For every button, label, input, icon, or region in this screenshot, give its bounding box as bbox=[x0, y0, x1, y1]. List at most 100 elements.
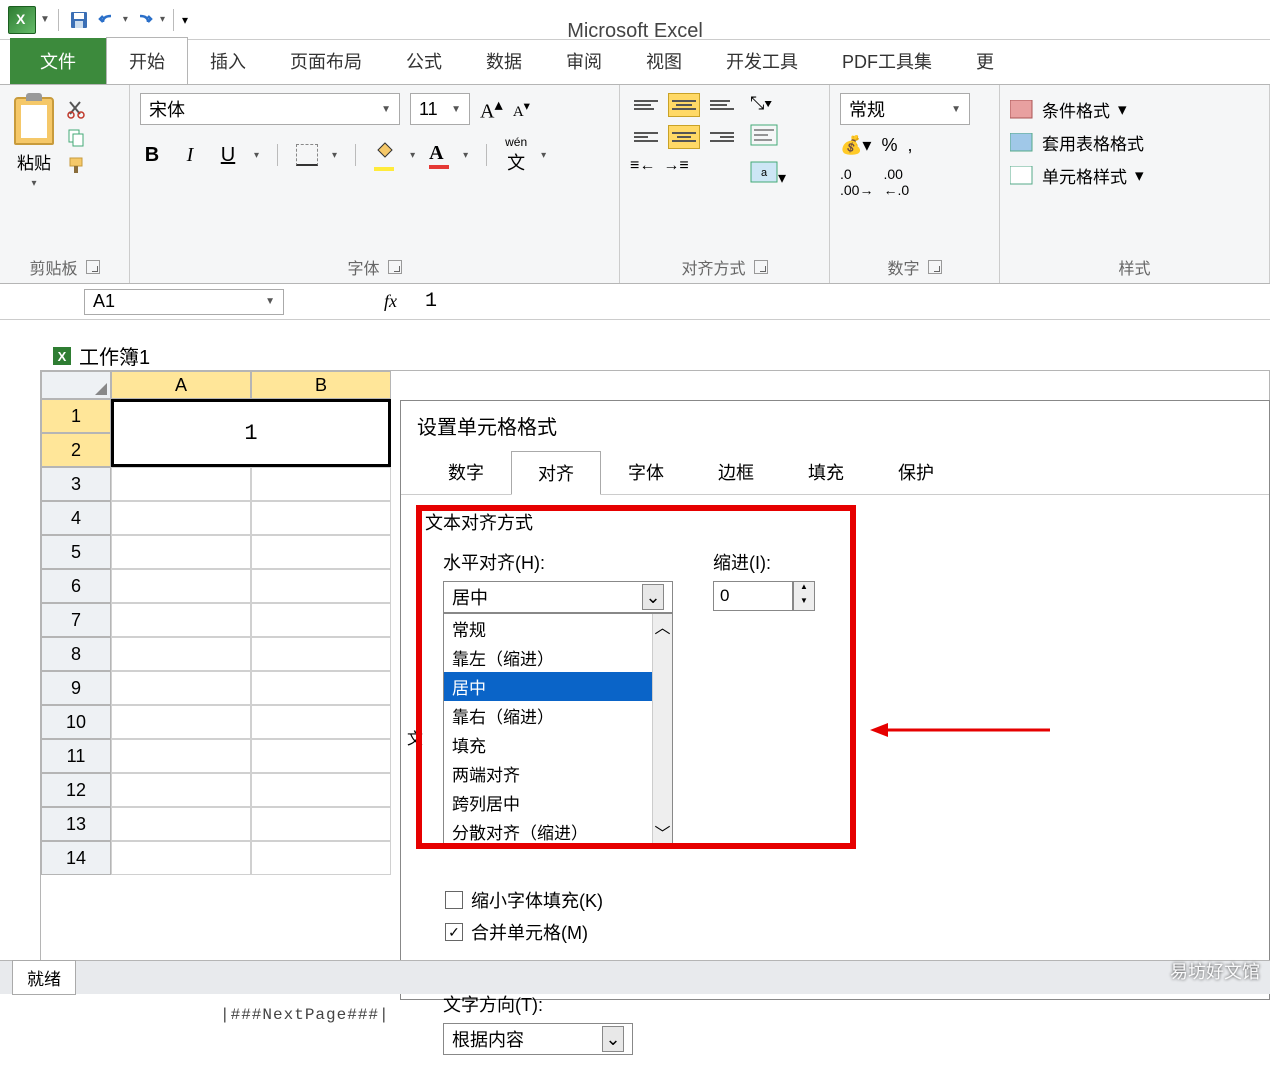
qat-customize-icon[interactable]: ▾ bbox=[182, 13, 188, 27]
format-painter-icon[interactable] bbox=[66, 155, 86, 175]
tab-view[interactable]: 视图 bbox=[624, 38, 704, 84]
spinner-down-icon[interactable]: ▼ bbox=[794, 596, 814, 610]
row-header[interactable]: 3 bbox=[41, 467, 111, 501]
dd-option[interactable]: 靠左（缩进） bbox=[444, 643, 672, 672]
cell[interactable] bbox=[251, 535, 391, 569]
conditional-format-button[interactable]: 条件格式 ▾ bbox=[1010, 93, 1259, 126]
tab-more[interactable]: 更 bbox=[954, 38, 1016, 84]
align-launcher-icon[interactable] bbox=[754, 260, 768, 274]
row-header[interactable]: 5 bbox=[41, 535, 111, 569]
clipboard-launcher-icon[interactable] bbox=[86, 260, 100, 274]
decrease-indent-icon[interactable]: ≡← bbox=[630, 157, 655, 175]
tab-home[interactable]: 开始 bbox=[106, 37, 188, 84]
font-size-select[interactable]: 11▼ bbox=[410, 93, 470, 125]
align-middle-icon[interactable] bbox=[668, 93, 700, 117]
decrease-decimal-icon[interactable]: .00←.0 bbox=[883, 166, 909, 198]
increase-font-icon[interactable]: A▴ bbox=[480, 95, 503, 124]
cell-styles-button[interactable]: 单元格样式 ▾ bbox=[1010, 159, 1259, 192]
align-left-icon[interactable] bbox=[630, 125, 662, 149]
decrease-font-icon[interactable]: A▾ bbox=[513, 98, 530, 121]
font-name-select[interactable]: 宋体▼ bbox=[140, 93, 400, 125]
cell[interactable] bbox=[111, 535, 251, 569]
cell[interactable] bbox=[111, 467, 251, 501]
comma-icon[interactable]: , bbox=[907, 135, 912, 156]
wrap-text-icon[interactable] bbox=[750, 124, 786, 151]
align-top-icon[interactable] bbox=[630, 93, 662, 117]
orientation-icon[interactable]: ⤡▾ bbox=[750, 93, 786, 114]
save-icon[interactable] bbox=[67, 8, 91, 32]
currency-icon[interactable]: 💰▾ bbox=[840, 135, 871, 156]
tab-file[interactable]: 文件 bbox=[10, 38, 106, 84]
cell[interactable] bbox=[251, 705, 391, 739]
merge-checkbox[interactable]: ✓ bbox=[445, 923, 463, 941]
dd-option[interactable]: 两端对齐 bbox=[444, 759, 672, 788]
tab-data[interactable]: 数据 bbox=[464, 38, 544, 84]
cell[interactable] bbox=[111, 841, 251, 875]
indent-input[interactable] bbox=[713, 581, 793, 611]
row-header[interactable]: 7 bbox=[41, 603, 111, 637]
cell[interactable] bbox=[251, 841, 391, 875]
text-dir-combo[interactable]: 根据内容 ⌄ bbox=[443, 1023, 633, 1055]
font-launcher-icon[interactable] bbox=[388, 260, 402, 274]
dlg-tab-number[interactable]: 数字 bbox=[421, 450, 511, 494]
cell[interactable] bbox=[251, 773, 391, 807]
cell[interactable] bbox=[251, 671, 391, 705]
cell[interactable] bbox=[111, 739, 251, 773]
dd-option-selected[interactable]: 居中 bbox=[444, 672, 672, 701]
row-header[interactable]: 10 bbox=[41, 705, 111, 739]
h-align-combo[interactable]: 居中 ⌄ bbox=[443, 581, 673, 613]
tab-formula[interactable]: 公式 bbox=[384, 38, 464, 84]
italic-button[interactable]: I bbox=[178, 144, 202, 167]
cell[interactable] bbox=[111, 705, 251, 739]
align-bottom-icon[interactable] bbox=[706, 93, 738, 117]
dd-option[interactable]: 填充 bbox=[444, 730, 672, 759]
dd-option[interactable]: 靠右（缩进） bbox=[444, 701, 672, 730]
tab-dev[interactable]: 开发工具 bbox=[704, 38, 820, 84]
tab-review[interactable]: 审阅 bbox=[544, 38, 624, 84]
cell[interactable] bbox=[251, 603, 391, 637]
dd-option[interactable]: 分散对齐（缩进） bbox=[444, 817, 672, 846]
cell[interactable] bbox=[251, 807, 391, 841]
increase-decimal-icon[interactable]: .0.00→ bbox=[840, 166, 873, 198]
cell[interactable] bbox=[251, 501, 391, 535]
combo-dropdown-icon[interactable]: ⌄ bbox=[602, 1026, 624, 1052]
dlg-tab-fill[interactable]: 填充 bbox=[781, 450, 871, 494]
spinner-up-icon[interactable]: ▲ bbox=[794, 582, 814, 596]
column-header-a[interactable]: A bbox=[111, 371, 251, 399]
row-header[interactable]: 14 bbox=[41, 841, 111, 875]
undo-dropdown-icon[interactable]: ▾ bbox=[123, 14, 128, 25]
column-header-b[interactable]: B bbox=[251, 371, 391, 399]
cell[interactable] bbox=[111, 671, 251, 705]
align-center-icon[interactable] bbox=[668, 125, 700, 149]
tab-pdf[interactable]: PDF工具集 bbox=[820, 38, 954, 84]
combo-dropdown-icon[interactable]: ⌄ bbox=[642, 584, 664, 610]
cell[interactable] bbox=[111, 569, 251, 603]
row-header[interactable]: 9 bbox=[41, 671, 111, 705]
row-header[interactable]: 2 bbox=[41, 433, 111, 467]
cut-icon[interactable] bbox=[66, 99, 86, 119]
spreadsheet-grid[interactable]: A B 1 1 2 3 4 5 6 7 8 9 10 11 12 13 14 bbox=[41, 371, 391, 875]
shrink-checkbox[interactable] bbox=[445, 891, 463, 909]
font-color-icon[interactable]: A bbox=[429, 142, 449, 169]
dlg-tab-protect[interactable]: 保护 bbox=[871, 450, 961, 494]
row-header[interactable]: 6 bbox=[41, 569, 111, 603]
cell[interactable] bbox=[111, 637, 251, 671]
name-box[interactable]: A1▼ bbox=[84, 289, 284, 315]
row-header[interactable]: 12 bbox=[41, 773, 111, 807]
number-launcher-icon[interactable] bbox=[928, 260, 942, 274]
copy-icon[interactable] bbox=[66, 127, 86, 147]
cell[interactable] bbox=[111, 501, 251, 535]
dlg-tab-align[interactable]: 对齐 bbox=[511, 451, 601, 495]
fill-color-icon[interactable] bbox=[374, 140, 396, 171]
bold-button[interactable]: B bbox=[140, 144, 164, 167]
dlg-tab-font[interactable]: 字体 bbox=[601, 450, 691, 494]
paste-button[interactable]: 粘贴 ▾ bbox=[10, 93, 58, 249]
merge-center-icon[interactable]: a▾ bbox=[750, 161, 786, 188]
cell[interactable] bbox=[111, 807, 251, 841]
row-header[interactable]: 11 bbox=[41, 739, 111, 773]
increase-indent-icon[interactable]: →≡ bbox=[663, 157, 688, 175]
number-format-select[interactable]: 常规▼ bbox=[840, 93, 970, 125]
redo-dropdown-icon[interactable]: ▾ bbox=[160, 14, 165, 25]
underline-button[interactable]: U bbox=[216, 144, 240, 167]
cell[interactable] bbox=[251, 569, 391, 603]
